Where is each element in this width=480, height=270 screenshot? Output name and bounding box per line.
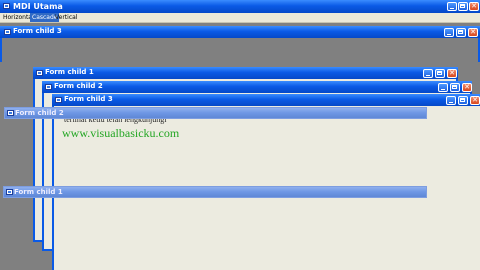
- minimize-icon[interactable]: [447, 2, 457, 11]
- window-form-child-1-strip[interactable]: Form child 1: [3, 186, 427, 198]
- window-icon: [55, 97, 62, 103]
- window-icon: [7, 110, 14, 116]
- maximize-icon[interactable]: [450, 83, 460, 92]
- minimize-icon[interactable]: [423, 69, 433, 78]
- close-icon[interactable]: ✕: [468, 28, 478, 37]
- window-icon: [3, 3, 10, 9]
- window-title: Form child 2: [54, 82, 103, 90]
- titlebar: Form child 1 ✕: [33, 67, 458, 79]
- close-icon[interactable]: ✕: [470, 96, 480, 105]
- window-body-form-child-3-top: [0, 38, 480, 62]
- window-title: Form child 3: [64, 95, 113, 103]
- maximize-icon[interactable]: [458, 96, 468, 105]
- menu-bar: Horizontal Cascade Vertical: [0, 13, 480, 23]
- window-form-child-3[interactable]: Form child 3 ✕ terlihat ketiu telah leng…: [52, 94, 480, 270]
- maximize-icon[interactable]: [435, 69, 445, 78]
- close-icon[interactable]: ✕: [462, 83, 472, 92]
- main-title: MDI Utama: [13, 2, 63, 11]
- maximize-icon[interactable]: [458, 2, 468, 11]
- window-title: Form child 1: [14, 188, 63, 196]
- window-title: Form child 1: [45, 68, 94, 76]
- main-titlebar: MDI Utama ✕: [0, 0, 480, 13]
- window-form-child-3-top[interactable]: Form child 3 ✕: [0, 26, 480, 38]
- window-icon: [45, 84, 52, 90]
- titlebar: Form child 3 ✕: [52, 94, 480, 106]
- website-label: www.visualbasicku.com: [62, 126, 180, 140]
- window-title: Form child 2: [15, 109, 64, 117]
- maximize-icon[interactable]: [456, 28, 466, 37]
- minimize-icon[interactable]: [438, 83, 448, 92]
- minimize-icon[interactable]: [446, 96, 456, 105]
- menu-vertical[interactable]: Vertical: [53, 13, 79, 22]
- titlebar: Form child 2 ✕: [42, 81, 472, 93]
- window-icon: [36, 70, 43, 76]
- window-icon: [4, 29, 11, 35]
- close-icon[interactable]: ✕: [469, 2, 479, 11]
- window-icon: [6, 189, 13, 195]
- window-title: Form child 3: [13, 27, 62, 35]
- close-icon[interactable]: ✕: [447, 69, 457, 78]
- window-form-child-2-strip[interactable]: Form child 2: [4, 107, 427, 119]
- minimize-icon[interactable]: [444, 28, 454, 37]
